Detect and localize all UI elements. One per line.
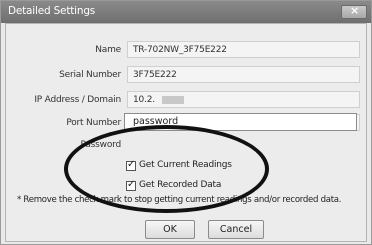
port-number-label: Port Number (66, 118, 121, 128)
get-current-readings-label: Get Current Readings (139, 160, 232, 170)
detailed-settings-dialog: Detailed Settings × Name TR-702NW_3F75E2… (0, 0, 372, 245)
cancel-button[interactable]: Cancel (208, 220, 264, 239)
redacted-ip-part (162, 96, 184, 104)
ip-address-value: 10.2. (133, 95, 155, 105)
password-input[interactable]: password (124, 113, 357, 131)
instruction-note: * Remove the check mark to stop getting … (17, 195, 342, 205)
close-button[interactable]: × (341, 4, 367, 19)
ok-button[interactable]: OK (145, 220, 195, 239)
name-value: TR-702NW_3F75E222 (133, 45, 227, 55)
close-icon: × (350, 4, 360, 17)
serial-number-label: Serial Number (59, 70, 121, 80)
get-recorded-data-checkbox[interactable] (126, 179, 136, 191)
serial-number-value: 3F75E222 (133, 70, 177, 80)
title-bar[interactable]: Detailed Settings × (1, 1, 371, 23)
dialog-title: Detailed Settings (8, 5, 96, 17)
dialog-body: Name TR-702NW_3F75E222 Serial Number 3F7… (5, 23, 367, 242)
serial-number-field: 3F75E222 (127, 66, 360, 83)
name-label: Name (95, 45, 121, 55)
get-current-readings-checkbox[interactable] (126, 159, 136, 171)
ip-address-label: IP Address / Domain (34, 95, 121, 105)
password-label: Password (80, 140, 122, 150)
ip-address-field: 10.2. (127, 91, 360, 108)
name-field: TR-702NW_3F75E222 (127, 41, 360, 58)
password-value: password (133, 116, 179, 127)
get-recorded-data-label: Get Recorded Data (139, 180, 222, 190)
